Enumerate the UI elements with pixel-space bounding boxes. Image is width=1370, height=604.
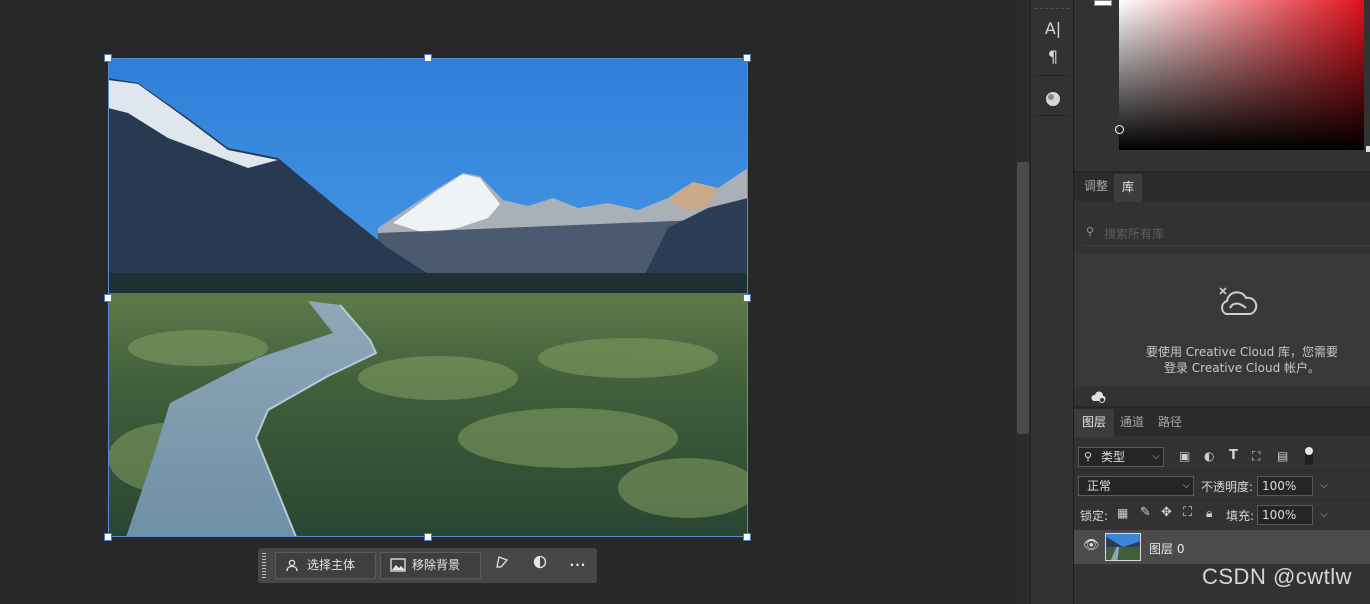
transform-handle-middle-right[interactable]	[743, 294, 751, 302]
color-field[interactable]	[1115, 0, 1364, 150]
select-subject-label: 选择主体	[307, 558, 356, 572]
strip-divider	[1035, 115, 1069, 116]
panel-divider	[1074, 500, 1370, 501]
panel-divider	[1074, 470, 1370, 471]
fill-label: 填充:	[1226, 509, 1255, 523]
canvas-scrollbar[interactable]	[1016, 0, 1030, 604]
eye-visibility-icon[interactable]: 👁︎	[1083, 538, 1100, 553]
chevron-down-icon: ⌵	[1320, 509, 1328, 520]
filter-toggle[interactable]	[1305, 447, 1313, 465]
transform-handle-top-right[interactable]	[743, 54, 751, 62]
person-icon	[286, 559, 298, 572]
tab-adjustments[interactable]: 调整	[1076, 174, 1116, 198]
tab-channels[interactable]: 通道	[1112, 410, 1152, 434]
paragraph-panel-icon[interactable]: ¶	[1040, 46, 1066, 68]
transform-handle-top-center[interactable]	[424, 54, 432, 62]
lock-transparent-icon[interactable]: ▦	[1117, 506, 1128, 520]
color-picker-cursor[interactable]	[1115, 125, 1124, 134]
transform-handle-bottom-center[interactable]	[424, 533, 432, 541]
filter-pixel-icon[interactable]: ▣	[1179, 449, 1190, 463]
blend-mode-select[interactable]: 正常 ⌵	[1078, 476, 1194, 496]
layer-thumbnail[interactable]	[1105, 533, 1141, 561]
creative-cloud-icon	[1219, 287, 1258, 315]
opacity-field[interactable]: 100% ⌵	[1257, 476, 1328, 496]
drag-grip-icon[interactable]	[262, 553, 266, 579]
layer-filter-value: 类型	[1101, 450, 1126, 464]
scrollbar-thumb[interactable]	[1017, 162, 1029, 434]
adjustment-circle-icon[interactable]	[528, 554, 552, 578]
lock-image-icon[interactable]: ✎	[1140, 505, 1151, 520]
cloud-sync-icon[interactable]	[1090, 391, 1106, 403]
contextual-task-bar: 选择主体 移除背景 ···	[258, 548, 597, 583]
filter-type-icon[interactable]: T	[1229, 448, 1238, 463]
filter-toggle-knob	[1305, 447, 1313, 455]
transform-handle-bottom-right[interactable]	[743, 533, 751, 541]
opacity-value: 100%	[1262, 479, 1297, 493]
lock-position-icon[interactable]: ✥	[1161, 505, 1172, 520]
search-icon: ⚲	[1086, 225, 1095, 238]
libraries-signin-message: 要使用 Creative Cloud 库，您需要登录 Creative Clou…	[1145, 345, 1339, 375]
libraries-search[interactable]: ⚲ 搜索所有库	[1082, 220, 1370, 246]
image-icon	[390, 558, 406, 572]
more-options-icon[interactable]: ···	[566, 554, 590, 578]
hue-slider-marker[interactable]	[1366, 146, 1370, 152]
chevron-down-icon: ⌵	[1320, 480, 1328, 491]
lock-all-icon[interactable]: 🔒︎	[1206, 506, 1212, 521]
remove-background-label: 移除背景	[412, 558, 461, 572]
document-image[interactable]	[108, 58, 748, 537]
strip-divider	[1035, 75, 1069, 76]
search-icon: ⚲	[1084, 450, 1093, 463]
tab-layers[interactable]: 图层	[1074, 409, 1115, 437]
transform-icon[interactable]	[490, 554, 514, 578]
photoshop-window: 选择主体 移除背景 ··· A| ¶ 调整 库 ⚲ 搜索所有库 要使用 Crea…	[0, 0, 1370, 604]
layer-row[interactable]: 👁︎ 图层 0	[1074, 530, 1370, 564]
watermark: CSDN @cwtlw	[1202, 564, 1353, 589]
strip-divider	[1035, 8, 1069, 9]
fill-field[interactable]: 100% ⌵	[1257, 505, 1328, 525]
transform-handle-middle-left[interactable]	[104, 294, 112, 302]
brush-settings-icon[interactable]	[1040, 88, 1066, 110]
chevron-down-icon: ⌵	[1152, 451, 1160, 462]
filter-shape-icon[interactable]: ⛶	[1252, 449, 1260, 464]
chevron-down-icon: ⌵	[1182, 480, 1190, 491]
transform-handle-bottom-left[interactable]	[104, 533, 112, 541]
layer-filter-select[interactable]: ⚲ 类型 ⌵	[1078, 447, 1164, 467]
tab-paths[interactable]: 路径	[1150, 410, 1190, 434]
right-panels: 调整 库 ⚲ 搜索所有库 要使用 Creative Cloud 库，您需要登录 …	[1074, 0, 1370, 604]
select-subject-button[interactable]: 选择主体	[275, 552, 376, 579]
filter-adjustment-icon[interactable]: ◐	[1204, 449, 1214, 463]
foreground-swatch[interactable]	[1094, 0, 1112, 6]
opacity-label: 不透明度:	[1201, 480, 1254, 494]
blend-mode-value: 正常	[1087, 479, 1112, 493]
lock-label: 锁定:	[1080, 509, 1109, 523]
tab-libraries[interactable]: 库	[1114, 174, 1143, 202]
libraries-search-placeholder: 搜索所有库	[1104, 227, 1165, 241]
fill-value: 100%	[1262, 508, 1297, 522]
remove-background-button[interactable]: 移除背景	[380, 552, 481, 579]
layer-name[interactable]: 图层 0	[1149, 540, 1184, 557]
filter-smartobject-icon[interactable]: ▤	[1277, 449, 1288, 463]
lock-artboard-icon[interactable]: ⛶	[1183, 505, 1192, 520]
transform-handle-top-left[interactable]	[104, 54, 112, 62]
character-panel-icon[interactable]: A|	[1040, 18, 1066, 40]
